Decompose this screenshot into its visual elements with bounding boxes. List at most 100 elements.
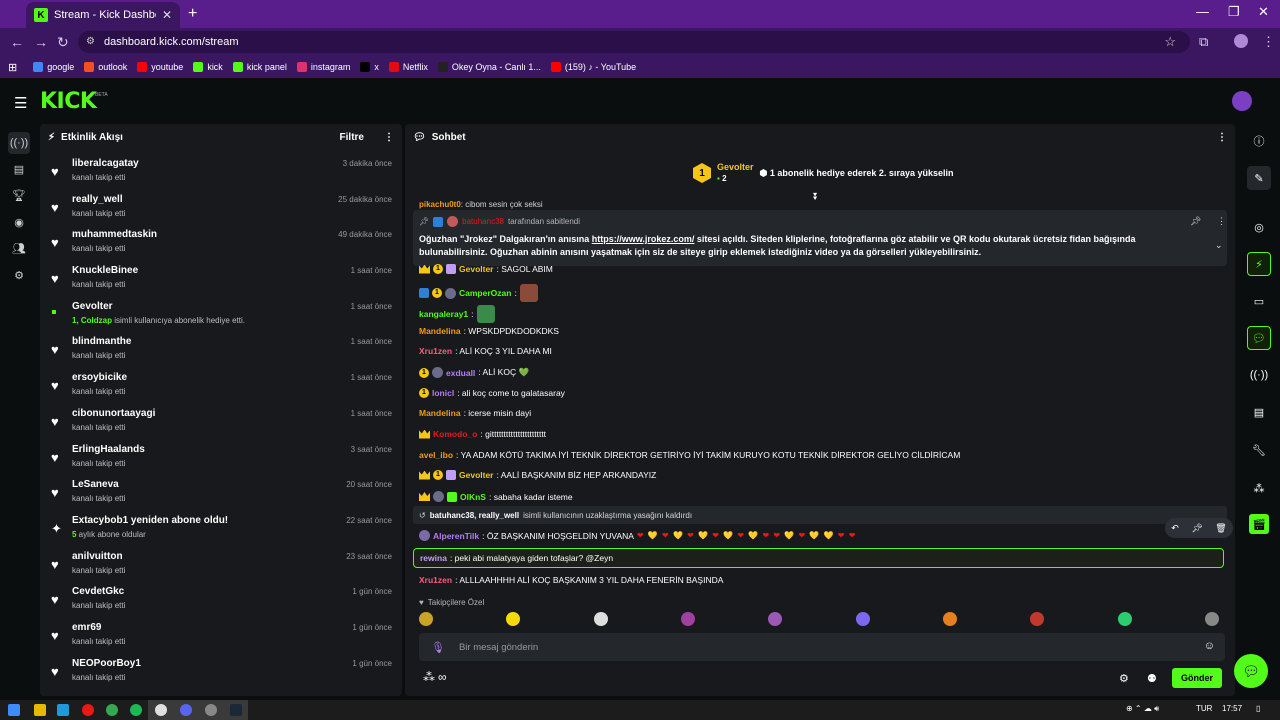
window-close-icon[interactable]: ✕	[1258, 4, 1269, 20]
reload-icon[interactable]: ↻	[57, 34, 69, 51]
bookmark-2[interactable]: youtube	[137, 62, 183, 72]
activity-item[interactable]: ♥ NEOPoorBoy1 kanalı takip etti 1 gün önce	[40, 654, 402, 690]
browser-tab[interactable]: K Stream - Kick Dashboard ✕	[26, 2, 180, 28]
emote-icon[interactable]	[855, 612, 870, 626]
chrome-icon[interactable]	[106, 704, 118, 716]
steam-icon[interactable]	[57, 704, 69, 716]
chat-message[interactable]: avel_ibo: YA ADAM KÖTÜ TAKİMA İYİ TEKNİK…	[419, 450, 960, 460]
emote-icon[interactable]	[1117, 612, 1132, 626]
points-icon[interactable]: ⁂	[1249, 478, 1269, 498]
bookmark-4[interactable]: kick panel	[232, 62, 287, 72]
chat-message[interactable]: 1 Gevolter: SAGOL ABIM	[419, 264, 553, 274]
chat-panel-icon[interactable]: 💬︎	[1247, 326, 1271, 350]
activity-item[interactable]: ♥ muhammedtaskin kanalı takip etti 49 dakik…	[40, 225, 402, 261]
edit-pencil-icon[interactable]: ✎	[1247, 166, 1271, 190]
chat-menu-icon[interactable]: ⋮	[1217, 132, 1227, 143]
notification-icon[interactable]: ▯	[1256, 704, 1260, 713]
activity-item[interactable]: ▪ Gevolter 1, Coldzap isimli kullanıcıya a…	[40, 297, 402, 333]
back-icon[interactable]: ←	[10, 34, 24, 50]
tray-icons[interactable]: ⊕ ⌃ ☁ 🔊︎	[1126, 704, 1159, 714]
users-icon[interactable]: 👥︎	[11, 240, 27, 256]
gift-leaderboard[interactable]: 1 Gevolter ▪ 2 ⬢ 1 abonelik hediye edere…	[693, 160, 953, 186]
activity-item[interactable]: ♥ KnuckleBinee kanalı takip etti 1 saat önc…	[40, 261, 402, 297]
chat-message[interactable]: Xru1zen: ALİ KOÇ 3 YIL DAHA MI	[419, 346, 552, 356]
activity-item[interactable]: ♥ cibonunortaayagi kanalı takip etti 1 saat…	[40, 404, 402, 440]
stream-broadcast-icon[interactable]: ((·))	[8, 132, 30, 154]
bookmark-3[interactable]: kick	[193, 62, 223, 72]
settings-icon[interactable]: ⚙	[11, 267, 27, 283]
document-icon[interactable]: ▭	[1249, 291, 1269, 311]
app-icon[interactable]	[205, 704, 217, 716]
chat-message-input[interactable]	[458, 641, 1179, 653]
emote-icon[interactable]	[1030, 612, 1045, 626]
start-icon[interactable]	[8, 704, 20, 716]
emote-icon[interactable]	[419, 612, 433, 626]
spotify-icon[interactable]	[130, 704, 142, 716]
maximize-icon[interactable]: ❐	[1228, 4, 1240, 20]
emote-icon[interactable]	[680, 612, 695, 626]
chrome-profile-icon[interactable]	[155, 704, 167, 716]
chat-message[interactable]: Xru1zen: ALLLAAHHHH ALİ KOÇ BAŞKANIM 3 Y…	[419, 575, 723, 585]
pin-message-icon[interactable]: 📌︎	[1191, 523, 1202, 534]
target-icon[interactable]: ◎	[1249, 217, 1269, 237]
delete-icon[interactable]: 🗑︎	[1215, 523, 1226, 534]
support-chat-icon[interactable]: 💬︎	[1234, 654, 1268, 688]
bookmark-star-icon[interactable]: ☆	[1164, 34, 1176, 50]
dashboard-icon[interactable]: ▤	[11, 161, 27, 177]
new-tab-icon[interactable]: +	[188, 5, 197, 23]
info-icon[interactable]: ⓘ	[1249, 131, 1269, 151]
extensions-icon[interactable]: ⧉	[1199, 34, 1208, 50]
emote-icon[interactable]	[942, 612, 957, 626]
bookmark-5[interactable]: instagram	[296, 62, 350, 72]
forward-icon[interactable]: →	[34, 34, 48, 50]
chat-message[interactable]: OlKnS: sabaha kadar isteme	[419, 491, 573, 502]
chat-message[interactable]: Mandelina: WPSKDPDKDODKDKS	[419, 326, 559, 336]
mention-message[interactable]: rewina: peki abi malatyaya giden tofaşla…	[413, 548, 1224, 568]
send-button[interactable]: Gönder	[1172, 668, 1222, 688]
emoji-picker-icon[interactable]: ☺	[1204, 640, 1215, 652]
user-avatar[interactable]	[1232, 91, 1252, 111]
chat-message[interactable]: 1 lonicl: ali koç come to galatasaray	[419, 388, 565, 398]
activity-item[interactable]: ✦ Extacybob1 yeniden abone oldu! 5 aylık a…	[40, 511, 402, 547]
chat-message[interactable]: AlperenTilk: ÖZ BAŞKANIM HOŞGELDİN YUVAN…	[419, 530, 856, 541]
scroll-filter-icon[interactable]: ⏬︎	[813, 192, 818, 203]
bookmark-9[interactable]: (159) ♪ - YouTube	[550, 62, 636, 72]
menu-dots-icon[interactable]: ⋮	[1262, 34, 1275, 50]
opera-icon[interactable]	[82, 704, 94, 716]
emote-icon[interactable]	[1204, 612, 1219, 626]
chat-message[interactable]: Mandelina: icerse misin dayi	[419, 408, 531, 418]
bookmark-0[interactable]: google	[33, 62, 74, 72]
bookmark-8[interactable]: Okey Oyna - Canlı 1...	[437, 62, 541, 72]
trophy-icon[interactable]: 🏆︎	[11, 187, 27, 203]
app-icon[interactable]	[180, 704, 192, 716]
expand-chevron-down-icon[interactable]: ⌄	[1215, 240, 1223, 251]
target-icon[interactable]: ◉	[11, 214, 27, 230]
activity-item[interactable]: ♥ liberalcagatay kanalı takip etti 3 dakika…	[40, 154, 402, 190]
unpin-icon[interactable]: 📌︎	[1190, 216, 1201, 227]
pinned-link[interactable]: https://www.jrokez.com/	[592, 234, 695, 244]
activity-item[interactable]: ♥ blindmanthe kanalı takip etti 1 saat önce	[40, 332, 402, 368]
apps-grid-icon[interactable]: ⊞	[8, 61, 17, 74]
activity-item[interactable]: ♥ LeSaneva kanalı takip etti 20 saat önce	[40, 475, 402, 511]
bookmark-7[interactable]: Netflix	[388, 62, 428, 72]
activity-item[interactable]: ♥ emr69 kanalı takip etti 1 gün önce	[40, 618, 402, 654]
points-infinity[interactable]: ⁂ ∞	[423, 670, 447, 684]
site-settings-icon[interactable]: ⚙	[86, 36, 95, 47]
chat-settings-icon[interactable]: ⚙	[1119, 672, 1129, 685]
undo-icon[interactable]: ↶	[1171, 523, 1179, 534]
bookmark-6[interactable]: x	[360, 62, 379, 72]
layers-icon[interactable]: ▤	[1249, 402, 1269, 422]
bookmark-1[interactable]: outlook	[84, 62, 127, 72]
chat-bot-icon[interactable]: ⚉	[1147, 672, 1157, 685]
profile-avatar[interactable]	[1234, 34, 1248, 48]
activity-menu-icon[interactable]: ⋮	[384, 132, 394, 143]
clapperboard-icon[interactable]: 🎬︎	[1249, 514, 1269, 534]
chat-message[interactable]: 1 CamperOzan:	[419, 284, 538, 302]
emote-icon[interactable]	[506, 612, 521, 626]
microphone-icon[interactable]: 🎙︎	[431, 641, 445, 654]
chat-message[interactable]: kangaleray1:	[419, 305, 495, 323]
clock[interactable]: 17:57	[1222, 704, 1242, 713]
broadcast-icon[interactable]: ((·))	[1249, 365, 1269, 385]
activity-item[interactable]: ♥ ErlingHaalands kanalı takip etti 3 saat ö…	[40, 440, 402, 476]
pinned-menu-icon[interactable]: ⋮	[1217, 216, 1226, 227]
